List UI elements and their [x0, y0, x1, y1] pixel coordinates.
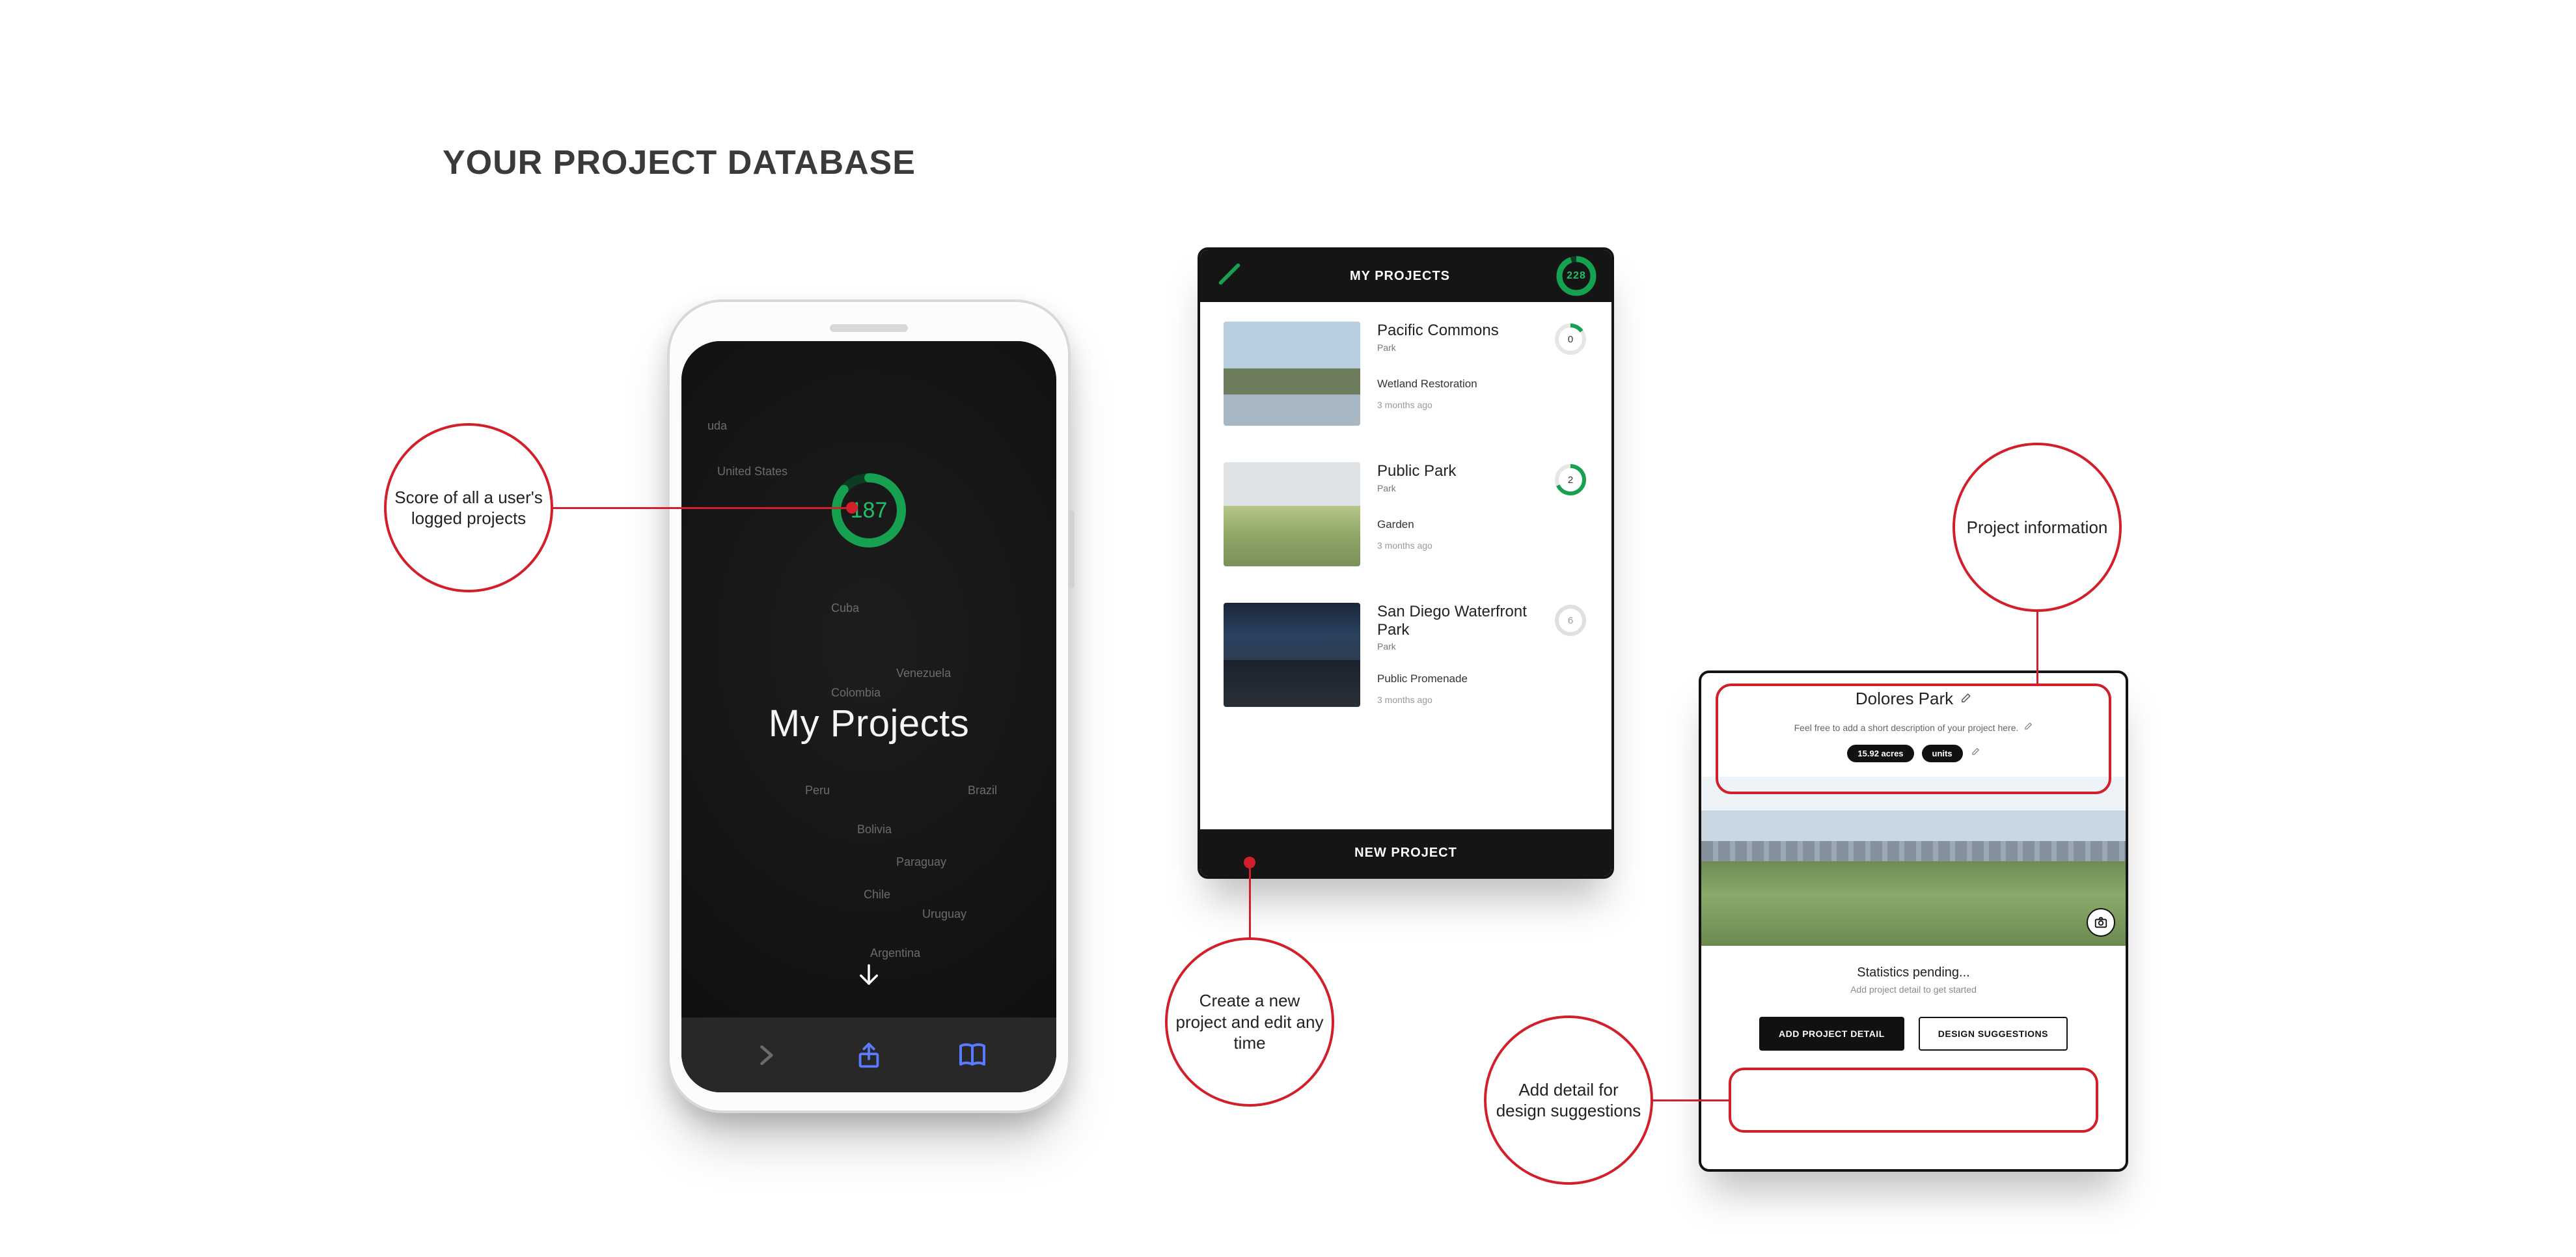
callout-total-score: Score of all a user's logged projects [384, 423, 553, 592]
map-label: Paraguay [896, 855, 946, 869]
project-thumb [1224, 603, 1360, 707]
project-score-ring: 0 [1553, 322, 1588, 357]
callout-leader [1249, 866, 1251, 937]
design-suggestions-button[interactable]: DESIGN SUGGESTIONS [1919, 1017, 2068, 1051]
list-title: MY PROJECTS [1350, 269, 1450, 284]
map-label: Cuba [831, 601, 859, 615]
map-label: Peru [805, 784, 830, 797]
project-score: 0 [1553, 322, 1588, 357]
map-label: United States [717, 465, 788, 478]
add-project-detail-button[interactable]: ADD PROJECT DETAIL [1759, 1017, 1904, 1051]
project-type: Park [1377, 483, 1456, 493]
phone-screen: uda United States Cuba Venezuela Colombi… [681, 341, 1056, 1092]
total-score-ring: 187 [830, 471, 908, 549]
project-updated: 3 months ago [1377, 695, 1588, 705]
project-row[interactable]: Pacific Commons Park 0 Wetland Restorati… [1224, 322, 1588, 426]
callout-leader [2036, 612, 2038, 684]
scroll-down-icon[interactable] [855, 961, 883, 991]
map-label: Bolivia [857, 823, 892, 836]
map-label: Brazil [968, 784, 997, 797]
callout-highlight-project-info [1716, 684, 2111, 794]
phone-mock: uda United States Cuba Venezuela Colombi… [667, 299, 1071, 1113]
map-label: Colombia [831, 686, 881, 700]
project-name: San Diego Waterfront Park [1377, 603, 1546, 639]
new-project-button[interactable]: NEW PROJECT [1200, 829, 1611, 876]
callout-leader [553, 507, 849, 509]
callout-project-info: Project information [1953, 443, 2122, 612]
stats-line1: Statistics pending... [1701, 965, 2126, 980]
project-score-ring: 2 [1553, 462, 1588, 497]
callout-highlight-buttons [1729, 1068, 2098, 1133]
map-label: Venezuela [896, 667, 951, 680]
callout-new-project: Create a new project and edit any time [1165, 937, 1334, 1107]
project-type: Park [1377, 342, 1499, 353]
projects-list-card: MY PROJECTS 228 Pacific Commons Park [1198, 247, 1614, 879]
project-row[interactable]: San Diego Waterfront Park Park 6 Public … [1224, 603, 1588, 707]
callout-leader [1653, 1099, 1729, 1101]
map-label: Uruguay [922, 907, 966, 921]
header-score-value: 228 [1555, 255, 1597, 297]
screen-title: My Projects [681, 702, 1056, 745]
tab-bar [681, 1017, 1056, 1092]
map-label: Argentina [870, 946, 920, 960]
project-score: 6 [1553, 603, 1588, 638]
project-photo [1701, 777, 2126, 946]
callout-dot [846, 502, 858, 514]
map-label: Chile [864, 888, 890, 902]
project-updated: 3 months ago [1377, 540, 1588, 551]
list-header: MY PROJECTS 228 [1200, 250, 1611, 302]
stats-block: Statistics pending... Add project detail… [1701, 965, 2126, 995]
camera-icon[interactable] [2087, 908, 2115, 937]
stats-line2: Add project detail to get started [1701, 984, 2126, 995]
project-type: Park [1377, 641, 1546, 652]
project-score: 2 [1553, 462, 1588, 497]
project-name: Pacific Commons [1377, 322, 1499, 340]
project-score-ring: 6 [1553, 603, 1588, 638]
header-score-ring: 228 [1555, 255, 1597, 297]
project-subtitle: Garden [1377, 518, 1588, 531]
menu-icon[interactable] [1214, 259, 1244, 293]
project-updated: 3 months ago [1377, 400, 1588, 410]
book-icon[interactable] [953, 1036, 992, 1075]
project-subtitle: Wetland Restoration [1377, 378, 1588, 391]
project-thumb [1224, 322, 1360, 426]
list-body[interactable]: Pacific Commons Park 0 Wetland Restorati… [1200, 302, 1611, 829]
map-label: uda [707, 419, 727, 433]
project-name: Public Park [1377, 462, 1456, 480]
project-row[interactable]: Public Park Park 2 Garden 3 months ago [1224, 462, 1588, 566]
callout-add-detail: Add detail for design suggestions [1484, 1015, 1653, 1185]
forward-icon[interactable] [746, 1036, 785, 1075]
share-icon[interactable] [849, 1036, 888, 1075]
project-subtitle: Public Promenade [1377, 672, 1588, 685]
total-score-value: 187 [830, 471, 908, 549]
project-thumb [1224, 462, 1360, 566]
section-heading: YOUR PROJECT DATABASE [443, 143, 916, 182]
callout-dot [1244, 857, 1255, 868]
